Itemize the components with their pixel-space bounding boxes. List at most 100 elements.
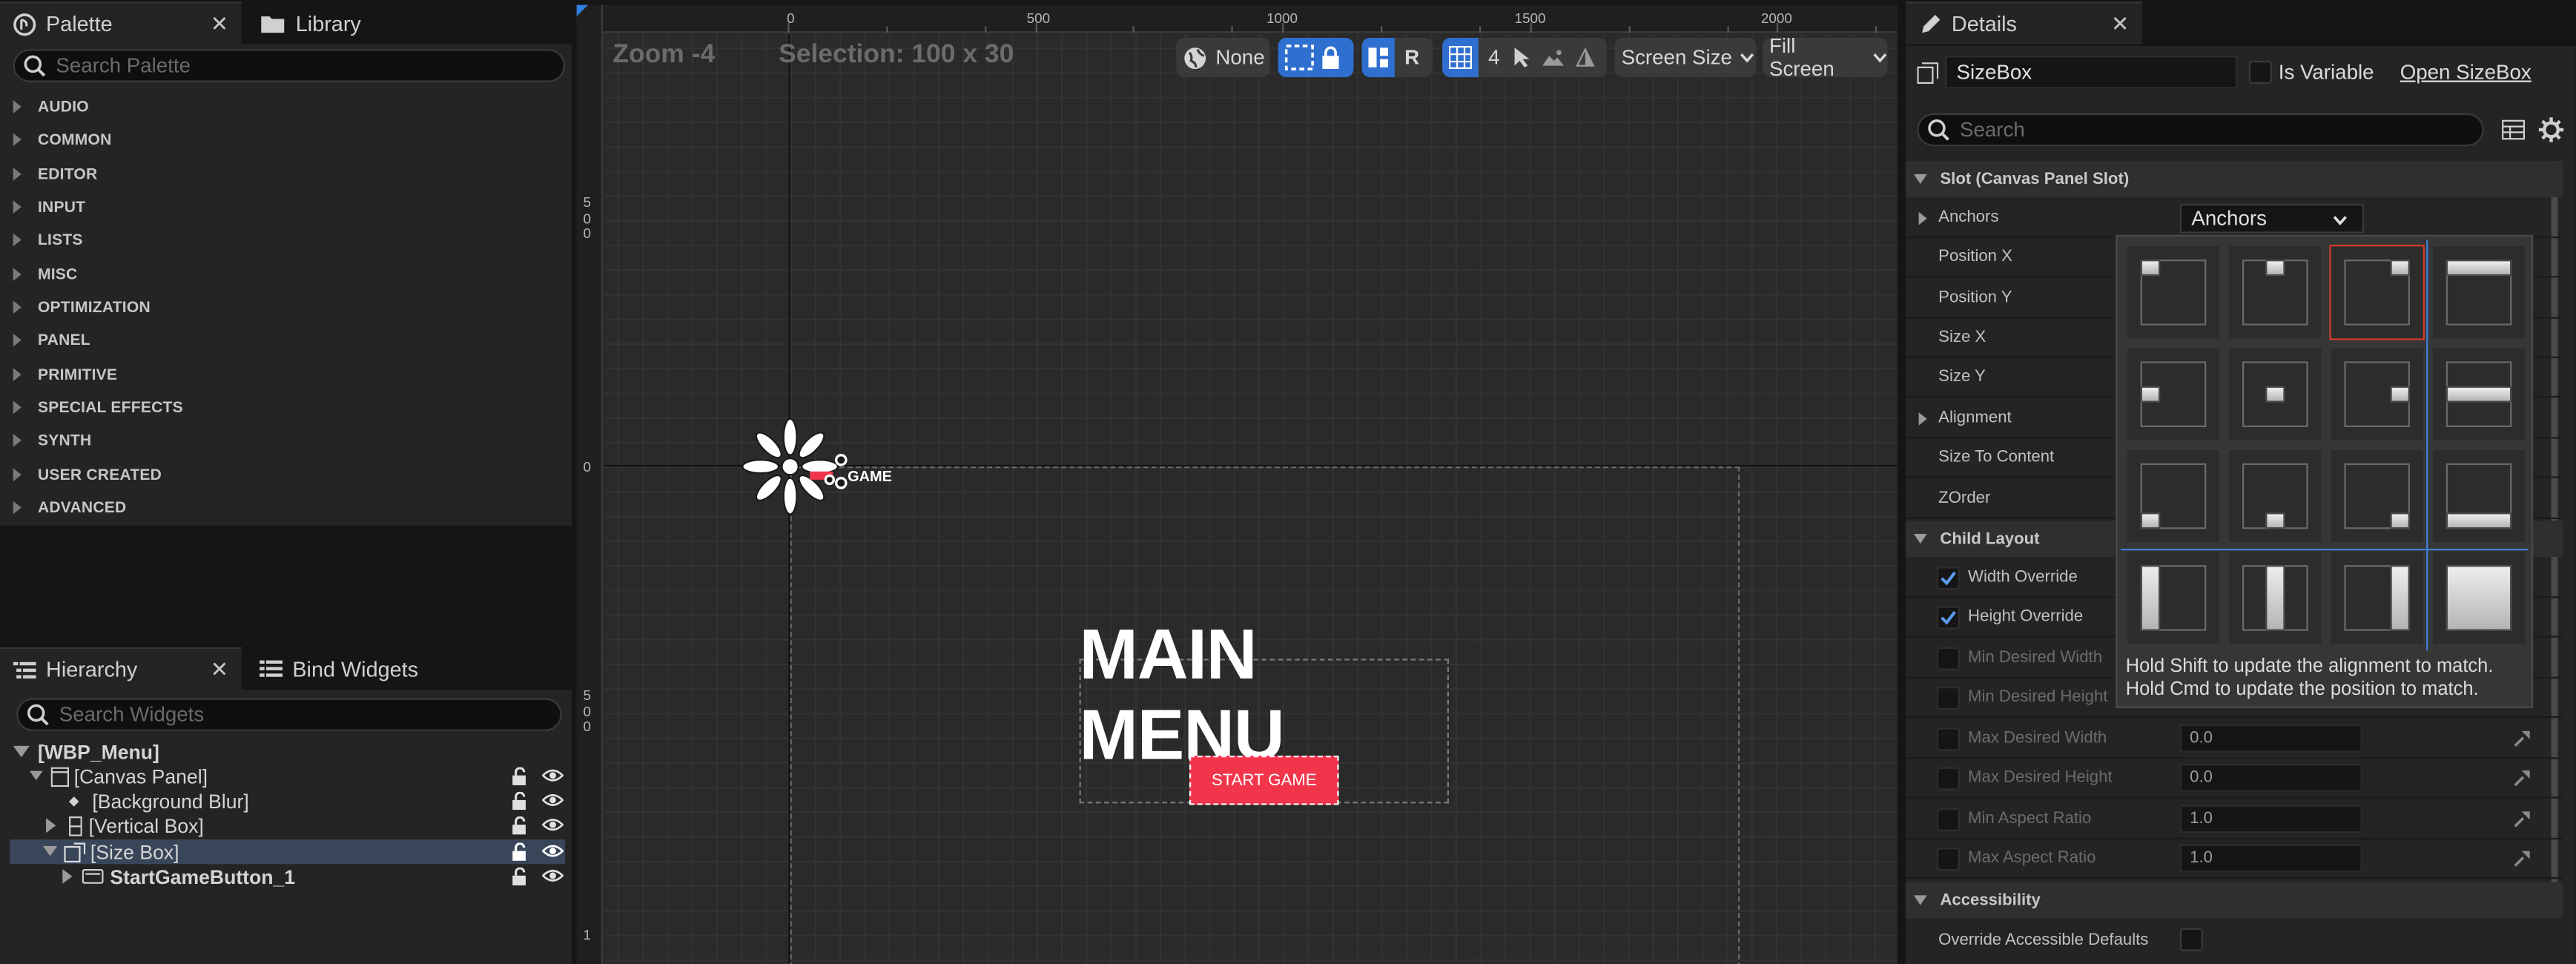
anchor-top-left[interactable] <box>2127 246 2220 339</box>
lock-icon[interactable] <box>511 842 529 861</box>
anchor-bottom-right[interactable] <box>2331 450 2423 543</box>
anchors-dropdown[interactable]: Anchors <box>2179 203 2364 234</box>
tab-palette[interactable]: Palette ✕ <box>0 1 242 44</box>
tree-item-background-blur[interactable]: ◆ [Background Blur] <box>10 788 565 813</box>
tree-item-vertical-box[interactable]: [Vertical Box] <box>10 813 565 838</box>
max-desired-width-input[interactable]: 0.0 <box>2179 724 2362 753</box>
cursor-icon[interactable] <box>1511 46 1531 69</box>
width-override-checkbox[interactable] <box>1936 567 1960 590</box>
palette-category-audio[interactable]: AUDIO <box>13 95 89 118</box>
grid-icon[interactable] <box>1442 37 1479 78</box>
tab-library[interactable]: Library <box>246 1 444 44</box>
expand-arrow-icon[interactable] <box>13 745 30 759</box>
image-icon[interactable] <box>1541 47 1565 67</box>
anchor-right-stretch[interactable] <box>2331 552 2423 644</box>
palette-category-panel[interactable]: PANEL <box>13 329 90 351</box>
max-desired-height-input[interactable]: 0.0 <box>2179 764 2362 792</box>
details-search-input[interactable]: Search <box>1917 113 2484 147</box>
palette-category-lists[interactable]: LISTS <box>13 228 83 251</box>
tree-item-start-game-button[interactable]: StartGameButton_1 <box>10 864 565 888</box>
close-icon[interactable]: ✕ <box>2111 12 2129 38</box>
lock-icon[interactable] <box>511 791 529 811</box>
tab-hierarchy[interactable]: Hierarchy ✕ <box>0 647 242 690</box>
eye-icon[interactable] <box>542 816 564 833</box>
anchor-left-stretch[interactable] <box>2127 552 2220 644</box>
widget-name-field[interactable]: SizeBox <box>1945 56 2238 89</box>
screen-size-dropdown[interactable]: Screen Size <box>1614 37 1757 78</box>
expand-arrow-icon[interactable] <box>1918 412 1927 426</box>
tree-item-size-box[interactable]: [Size Box] <box>10 839 566 865</box>
close-icon[interactable]: ✕ <box>211 657 228 683</box>
expand-arrow-icon[interactable] <box>42 845 58 858</box>
palette-category-user-created[interactable]: USER CREATED <box>13 463 162 486</box>
start-game-button[interactable]: START GAME <box>1189 756 1339 805</box>
palette-category-optimization[interactable]: OPTIMIZATION <box>13 296 151 319</box>
eye-icon[interactable] <box>542 792 564 808</box>
section-slot[interactable]: Slot (Canvas Panel Slot) <box>1905 161 2563 197</box>
min-aspect-ratio-input[interactable]: 1.0 <box>2179 805 2362 833</box>
max-desired-width-checkbox[interactable] <box>1936 727 1960 751</box>
reset-arrow-icon[interactable] <box>2514 808 2534 828</box>
pin-icon[interactable] <box>1361 37 1395 78</box>
fill-screen-dropdown[interactable]: Fill Screen <box>1763 35 1888 81</box>
lock-icon[interactable] <box>511 867 529 886</box>
expand-arrow-icon[interactable] <box>1918 211 1927 225</box>
table-view-icon[interactable] <box>2502 119 2526 142</box>
anchor-center[interactable] <box>2229 348 2322 440</box>
palette-category-advanced[interactable]: ADVANCED <box>13 496 127 519</box>
anchor-bottom-stretch[interactable] <box>2433 450 2526 543</box>
tab-details[interactable]: Details ✕ <box>1905 1 2142 44</box>
override-accessible-checkbox[interactable] <box>2179 928 2203 951</box>
palette-category-common[interactable]: COMMON <box>13 128 112 151</box>
tree-item-wbp-menu[interactable]: [WBP_Menu] <box>10 739 565 764</box>
lock-icon[interactable] <box>1321 46 1341 70</box>
palette-category-editor[interactable]: EDITOR <box>13 162 98 185</box>
reset-arrow-icon[interactable] <box>2514 767 2534 788</box>
respect-locks-group[interactable]: R <box>1361 37 1433 78</box>
tab-bind-widgets[interactable]: Bind Widgets <box>246 647 493 690</box>
eye-icon[interactable] <box>542 843 564 859</box>
expand-arrow-icon[interactable] <box>46 818 56 833</box>
anchor-top-right[interactable] <box>2329 245 2425 340</box>
anchor-full-stretch[interactable] <box>2433 552 2526 644</box>
marquee-icon[interactable] <box>1284 44 1314 70</box>
max-aspect-ratio-checkbox[interactable] <box>1936 848 1960 871</box>
anchor-center-right[interactable] <box>2331 348 2423 440</box>
triangle-icon[interactable] <box>1575 47 1595 67</box>
anchor-bottom-left[interactable] <box>2127 450 2220 543</box>
open-sizebox-link[interactable]: Open SizeBox <box>2400 61 2532 84</box>
palette-search-input[interactable]: Search Palette <box>13 49 566 82</box>
anchor-top-center[interactable] <box>2229 246 2322 339</box>
marquee-lock-group[interactable] <box>1278 37 1354 78</box>
r-toggle[interactable]: R <box>1404 46 1419 69</box>
min-desired-height-checkbox[interactable] <box>1936 687 1960 710</box>
palette-category-primitive[interactable]: PRIMITIVE <box>13 363 117 386</box>
expand-arrow-icon[interactable] <box>62 868 73 884</box>
palette-category-special-effects[interactable]: SPECIAL EFFECTS <box>13 396 183 419</box>
lock-icon[interactable] <box>511 767 529 785</box>
tree-item-canvas-panel[interactable]: [Canvas Panel] <box>10 764 565 788</box>
designer-viewport[interactable]: 0 500 1000 1500 2000 500 0 500 1 Zoom -4… <box>576 4 1898 964</box>
palette-category-synth[interactable]: SYNTH <box>13 429 92 452</box>
anchor-vertical-center-stretch[interactable] <box>2229 552 2322 644</box>
is-variable-checkbox[interactable] <box>2248 60 2272 84</box>
anchor-top-stretch[interactable] <box>2433 246 2526 339</box>
section-accessibility[interactable]: Accessibility <box>1905 882 2563 919</box>
eye-icon[interactable] <box>542 868 564 884</box>
height-override-checkbox[interactable] <box>1936 606 1960 630</box>
palette-category-input[interactable]: INPUT <box>13 196 85 219</box>
max-aspect-ratio-input[interactable]: 1.0 <box>2179 844 2362 873</box>
hierarchy-search-input[interactable]: Search Widgets <box>16 698 562 731</box>
palette-category-misc[interactable]: MISC <box>13 263 78 285</box>
anchor-center-stretch[interactable] <box>2433 348 2526 440</box>
close-icon[interactable]: ✕ <box>211 12 228 38</box>
expand-arrow-icon[interactable] <box>29 770 43 782</box>
anchor-gizmo-icon[interactable] <box>738 414 853 522</box>
anchor-center-left[interactable] <box>2127 348 2220 440</box>
gear-icon[interactable] <box>2538 116 2564 142</box>
eye-icon[interactable] <box>542 767 564 784</box>
anchor-bottom-center[interactable] <box>2229 450 2322 543</box>
lock-icon[interactable] <box>511 816 529 835</box>
grid-snap-group[interactable]: 4 <box>1442 37 1607 78</box>
min-aspect-ratio-checkbox[interactable] <box>1936 808 1960 831</box>
